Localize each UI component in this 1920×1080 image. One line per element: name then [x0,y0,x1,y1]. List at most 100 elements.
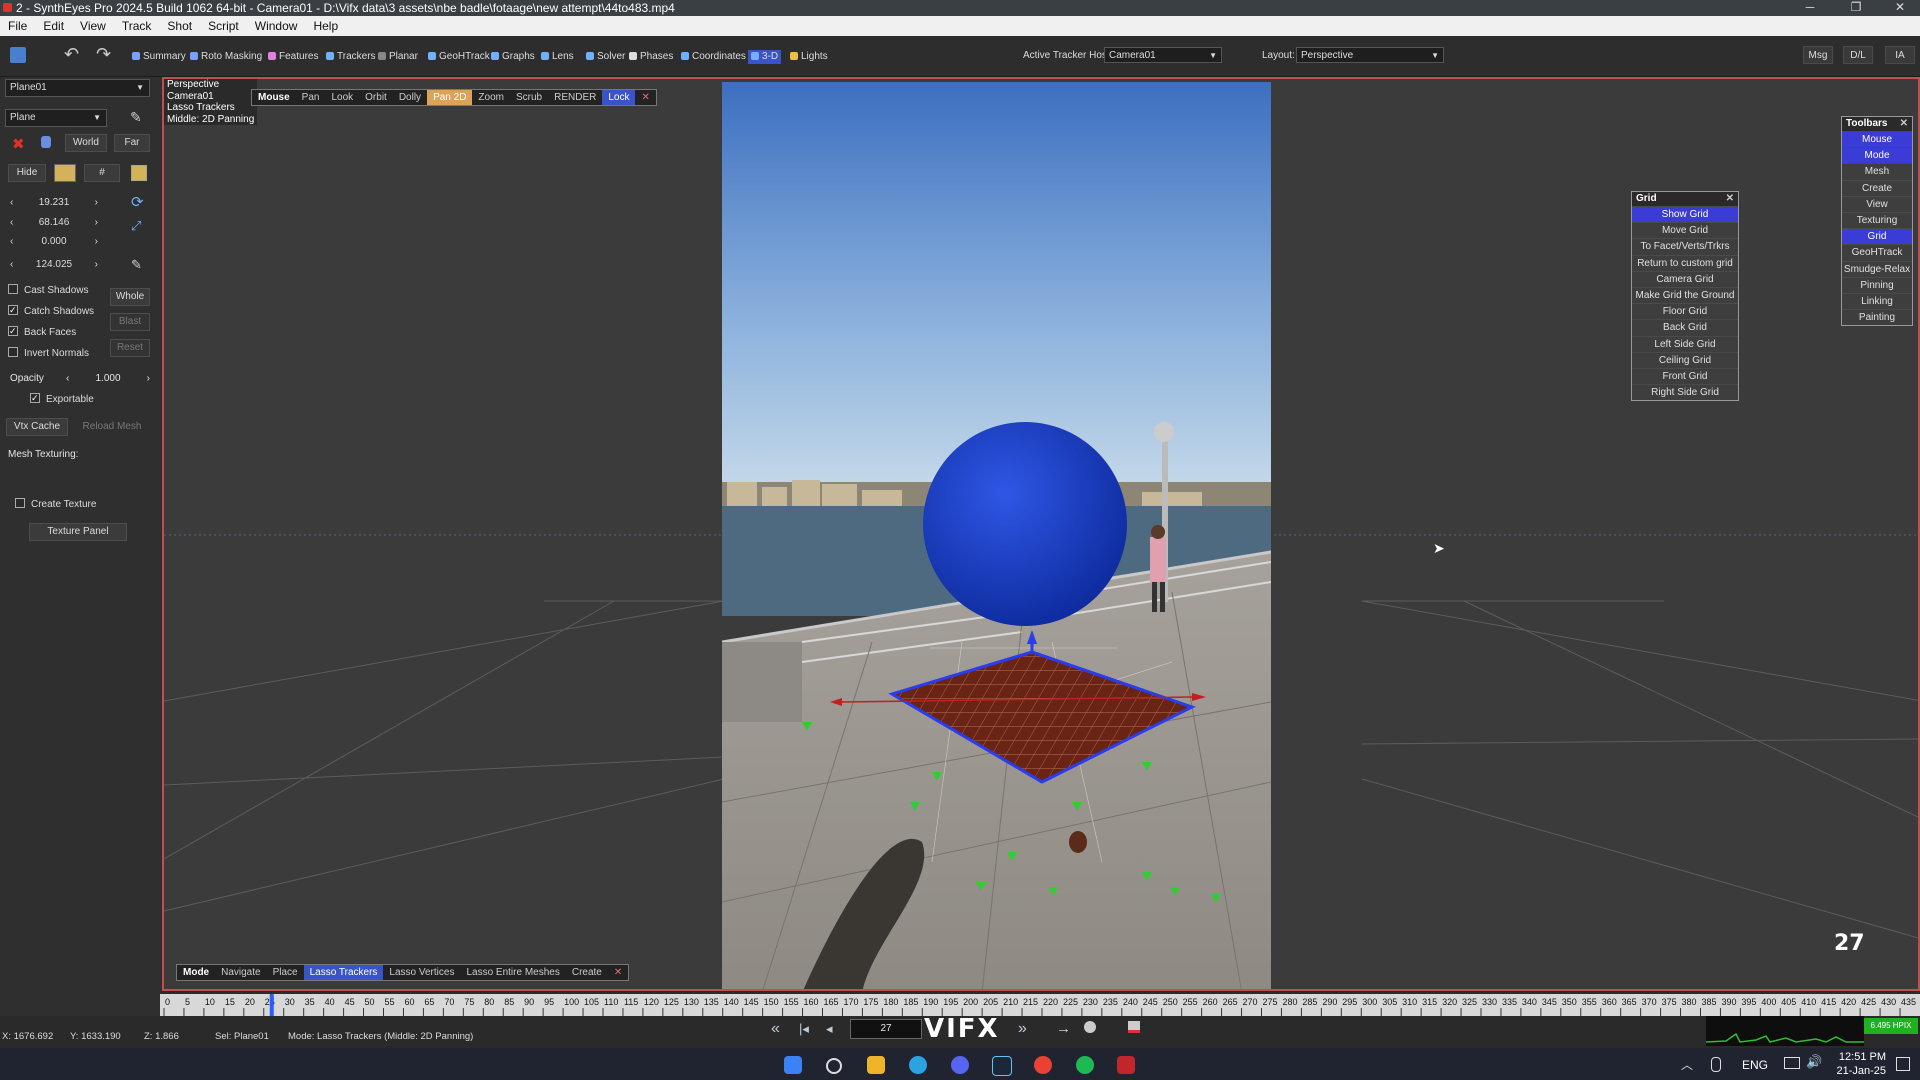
file-explorer-icon[interactable] [867,1056,885,1074]
orbit-button[interactable]: Orbit [359,90,393,105]
world-button[interactable]: World [65,134,107,152]
create-texture-checkbox[interactable]: Create Texture [15,498,96,512]
toolbar-toggle-mesh[interactable]: Mesh [1842,163,1912,179]
lasso-entire-meshes-button[interactable]: Lasso Entire Meshes [460,965,565,980]
volume-icon[interactable]: 🔊 [1806,1054,1822,1070]
toolbar-toggle-texturing[interactable]: Texturing [1842,211,1912,228]
grid-item-back-grid[interactable]: Back Grid [1632,319,1738,335]
checkbox-box[interactable] [8,303,18,317]
steam-icon[interactable] [992,1056,1012,1076]
room-button-features[interactable]: Features [268,50,318,64]
scrub-button[interactable]: Scrub [510,90,548,105]
grid-popup-header[interactable]: Grid ✕ [1632,192,1738,206]
active-tracker-host-select[interactable]: Camera01 ▼ [1104,47,1222,63]
pan-2d-button[interactable]: Pan 2D [427,90,473,105]
lock-button[interactable]: Lock [602,90,636,105]
close-icon[interactable]: ✕ [1726,192,1734,206]
look-button[interactable]: Look [325,90,359,105]
dl-button[interactable]: D/L [1843,46,1873,64]
toolbar-toggle-linking[interactable]: Linking [1842,292,1912,309]
catch-shadows-checkbox[interactable]: Catch Shadows [8,303,94,319]
first-frame-icon[interactable]: |◂ [799,1021,809,1037]
rewind-icon[interactable]: « [771,1020,780,1038]
menu-file[interactable]: File [0,16,35,35]
grid-item-camera-grid[interactable]: Camera Grid [1632,270,1738,287]
move-icon[interactable]: ⤢ [131,218,141,234]
toolbar-toggle-grid[interactable]: Grid [1842,228,1912,245]
timeline-playhead[interactable] [269,994,274,1016]
toolbars-popup-header[interactable]: Toolbars ✕ [1842,117,1912,131]
toolbar-toggle-pinning[interactable]: Pinning [1842,276,1912,293]
undo-icon[interactable]: ↶ [64,44,79,65]
language-indicator[interactable]: ENG [1742,1058,1768,1072]
prev-frame-icon[interactable]: ◂ [826,1021,833,1037]
menu-edit[interactable]: Edit [35,16,72,35]
toolbar-toggle-painting[interactable]: Painting [1842,309,1912,325]
lasso-trackers-button[interactable]: Lasso Trackers [303,965,384,980]
frame-input[interactable]: 27 [850,1019,922,1039]
hash-button[interactable]: # [84,164,120,182]
place-button[interactable]: Place [267,965,304,980]
toolbar-toggle-mode[interactable]: Mode [1842,147,1912,164]
msg-button[interactable]: Msg [1803,46,1833,64]
create-button[interactable]: Create [566,965,608,980]
grid-item-move-grid[interactable]: Move Grid [1632,222,1738,238]
whole-button[interactable]: Whole [110,288,150,306]
tray-chevron-up-icon[interactable]: ︿ [1681,1056,1693,1073]
eyedropper-icon[interactable]: ✎ [130,109,142,126]
grid-item-ceiling-grid[interactable]: Ceiling Grid [1632,351,1738,368]
room-button-planar[interactable]: Planar [378,50,418,64]
hide-button[interactable]: Hide [8,164,46,182]
toolbar-toggle-create[interactable]: Create [1842,179,1912,196]
room-button-solver[interactable]: Solver [586,50,625,64]
render-button[interactable]: RENDER [548,90,602,105]
clock-date[interactable]: 21-Jan-25 [1834,1065,1886,1077]
delete-icon[interactable]: ✖ [12,135,25,153]
reload-mesh-button[interactable]: Reload Mesh [76,418,148,436]
toolbar-toggle-smudge-relax[interactable]: Smudge-Relax [1842,260,1912,277]
grid-item-make-grid-the-ground[interactable]: Make Grid the Ground [1632,286,1738,303]
spotify-icon[interactable] [1076,1056,1094,1074]
texture-panel-button[interactable]: Texture Panel [29,523,127,541]
color-swatch[interactable] [54,164,76,182]
cast-shadows-checkbox[interactable]: Cast Shadows [8,284,88,298]
room-button-3-d[interactable]: 3-D [748,50,782,64]
redo-icon[interactable]: ↷ [96,44,111,65]
microphone-icon[interactable] [1711,1057,1721,1072]
checkbox-box[interactable] [15,498,25,508]
minimize-button[interactable]: ─ [1790,0,1830,16]
network-icon[interactable] [1784,1057,1800,1069]
discord-icon[interactable] [951,1056,969,1074]
fast-forward-icon[interactable]: » [1018,1020,1027,1038]
toolbar-toggle-geohtrack[interactable]: GeoHTrack [1842,244,1912,260]
room-button-summary[interactable]: Summary [132,50,186,64]
search-icon[interactable] [826,1058,842,1074]
navigate-button[interactable]: Navigate [215,965,266,980]
close-icon[interactable]: ✕ [635,90,655,105]
vtx-cache-button[interactable]: Vtx Cache [6,418,68,436]
mesh-type-select[interactable]: Plane ▼ [5,109,107,127]
layout-select[interactable]: Perspective ▼ [1296,47,1444,63]
close-icon[interactable]: ✕ [1900,117,1908,131]
checkbox-box[interactable] [8,324,18,338]
grid-item-to-facet-verts-trkrs[interactable]: To Facet/Verts/Trkrs [1632,238,1738,254]
object-select[interactable]: Plane01 ▼ [5,79,150,97]
checkbox-box[interactable] [30,391,40,405]
close-icon[interactable]: ✕ [608,965,628,980]
grid-item-right-side-grid[interactable]: Right Side Grid [1632,384,1738,400]
dolly-button[interactable]: Dolly [393,90,427,105]
windows-start-icon[interactable] [784,1056,802,1074]
menu-shot[interactable]: Shot [159,16,200,35]
room-button-phases[interactable]: Phases [629,50,673,64]
lasso-vertices-button[interactable]: Lasso Vertices [383,965,460,980]
clock-icon[interactable] [1084,1021,1096,1033]
reset-button[interactable]: Reset [110,339,150,357]
close-window-button[interactable]: ✕ [1880,0,1920,16]
room-button-trackers[interactable]: Trackers [326,50,376,64]
room-button-graphs[interactable]: Graphs [491,50,535,64]
syntheyes-icon[interactable] [1117,1056,1135,1074]
room-button-lights[interactable]: Lights [790,50,828,64]
grid-item-left-side-grid[interactable]: Left Side Grid [1632,335,1738,352]
position-x-field[interactable]: ‹ 19.231 › [10,197,98,211]
menu-help[interactable]: Help [305,16,346,35]
